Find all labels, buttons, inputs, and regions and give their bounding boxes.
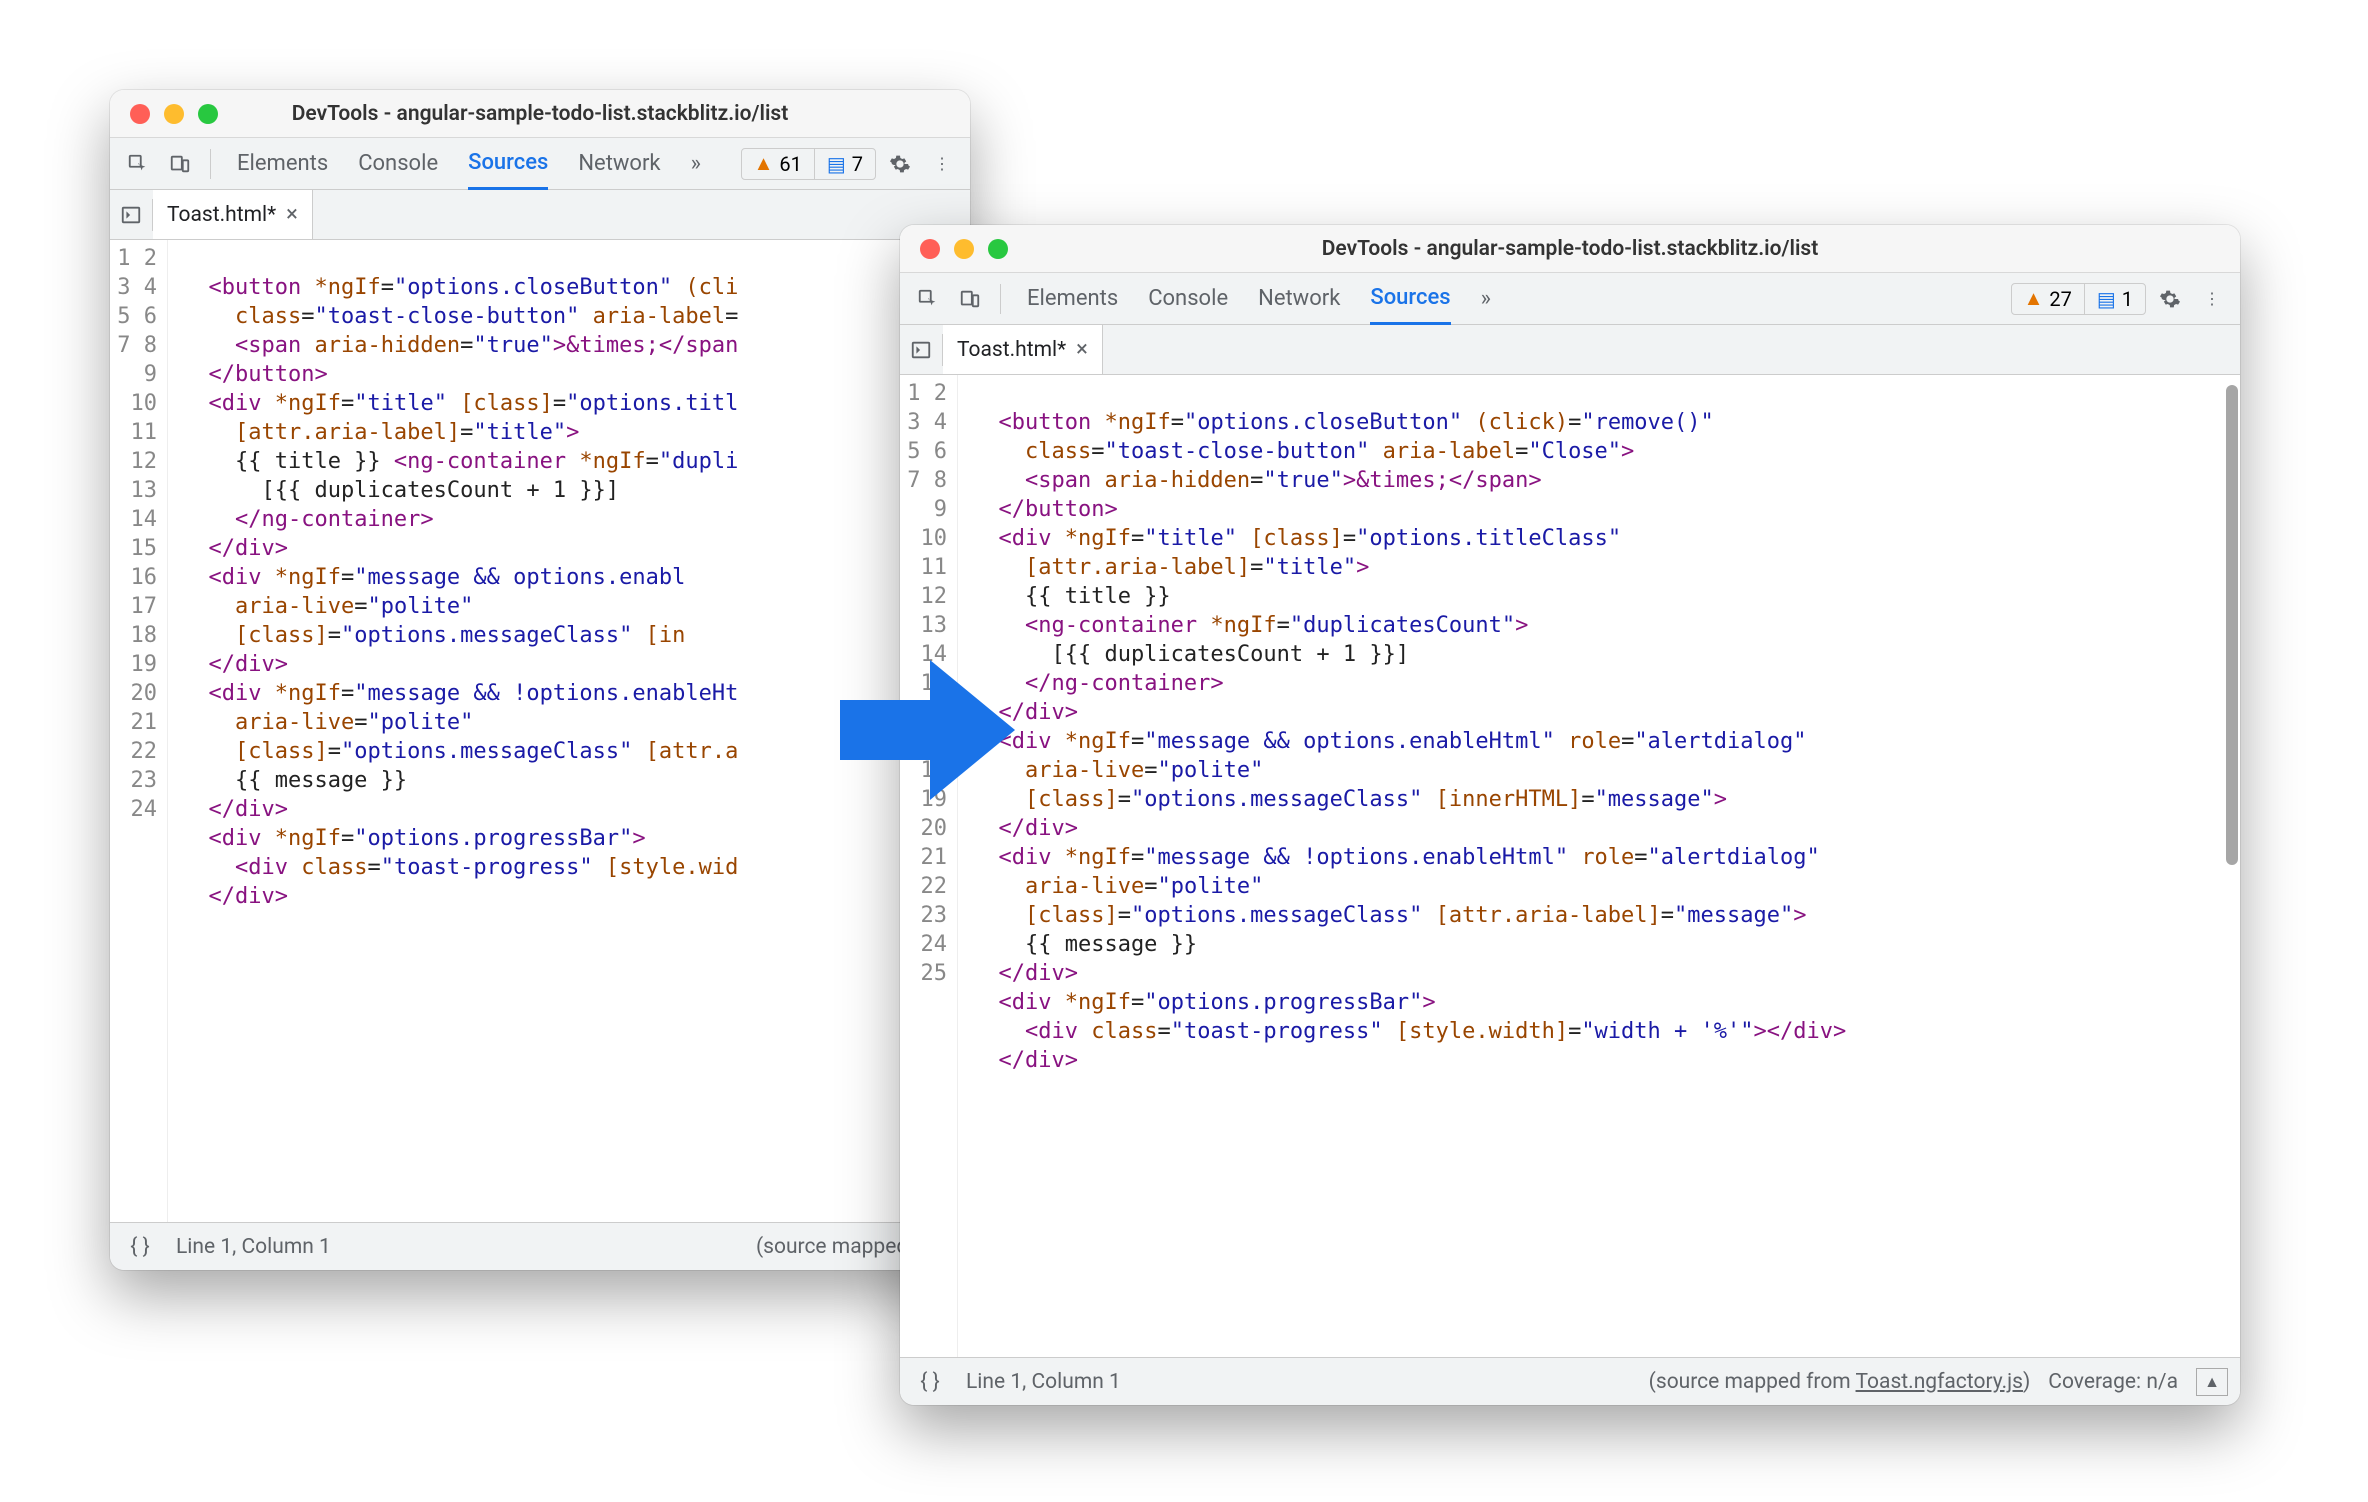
drawer-toggle-icon[interactable]: ▲ bbox=[2196, 1368, 2228, 1396]
statusbar: { } Line 1, Column 1 (source mapped from… bbox=[900, 1357, 2240, 1405]
file-tab-label: Toast.html* bbox=[957, 338, 1066, 362]
warning-icon: ▲ bbox=[754, 151, 774, 176]
kebab-menu-icon[interactable]: ⋮ bbox=[2194, 281, 2230, 317]
issues-pill[interactable]: ▲61 ▤7 bbox=[741, 148, 876, 180]
code-editor[interactable]: 1 2 3 4 5 6 7 8 9 10 11 12 13 14 15 16 1… bbox=[110, 240, 970, 1222]
pretty-print-icon[interactable]: { } bbox=[122, 1229, 158, 1265]
line-gutter: 1 2 3 4 5 6 7 8 9 10 11 12 13 14 15 16 1… bbox=[110, 240, 168, 1222]
message-count: 1 bbox=[2122, 287, 2133, 311]
close-tab-icon[interactable]: × bbox=[286, 202, 298, 227]
file-tab-label: Toast.html* bbox=[167, 203, 276, 227]
tab-network[interactable]: Network bbox=[578, 138, 660, 189]
statusbar: { } Line 1, Column 1 (source mapped from bbox=[110, 1222, 970, 1270]
warning-icon: ▲ bbox=[2024, 286, 2044, 311]
line-gutter: 1 2 3 4 5 6 7 8 9 10 11 12 13 14 15 16 1… bbox=[900, 375, 958, 1357]
panel-tabs: Elements Console Sources Network » bbox=[223, 138, 715, 189]
close-window-button[interactable] bbox=[130, 104, 150, 124]
pretty-print-icon[interactable]: { } bbox=[912, 1364, 948, 1400]
warning-count: 61 bbox=[779, 152, 801, 176]
inspect-icon[interactable] bbox=[120, 146, 156, 182]
issues-pill[interactable]: ▲27 ▤1 bbox=[2011, 283, 2146, 315]
code-editor[interactable]: 1 2 3 4 5 6 7 8 9 10 11 12 13 14 15 16 1… bbox=[900, 375, 2240, 1357]
message-count: 7 bbox=[852, 152, 863, 176]
tab-elements[interactable]: Elements bbox=[237, 138, 328, 189]
navigator-toggle-icon[interactable] bbox=[110, 197, 152, 233]
warning-count: 27 bbox=[2049, 287, 2071, 311]
devtools-window-left: DevTools - angular-sample-todo-list.stac… bbox=[110, 90, 970, 1270]
window-title: DevTools - angular-sample-todo-list.stac… bbox=[110, 102, 970, 126]
zoom-window-button[interactable] bbox=[988, 239, 1008, 259]
device-toolbar-icon[interactable] bbox=[952, 281, 988, 317]
cursor-position: Line 1, Column 1 bbox=[966, 1370, 1121, 1394]
file-tab[interactable]: Toast.html* × bbox=[153, 190, 313, 239]
device-toolbar-icon[interactable] bbox=[162, 146, 198, 182]
file-tab-row: Toast.html* × bbox=[900, 325, 2240, 375]
tab-console[interactable]: Console bbox=[1148, 273, 1228, 324]
minimize-window-button[interactable] bbox=[954, 239, 974, 259]
tab-console[interactable]: Console bbox=[358, 138, 438, 189]
file-tab[interactable]: Toast.html* × bbox=[943, 325, 1103, 374]
settings-icon[interactable] bbox=[2152, 281, 2188, 317]
titlebar: DevTools - angular-sample-todo-list.stac… bbox=[110, 90, 970, 138]
settings-icon[interactable] bbox=[882, 146, 918, 182]
tab-network[interactable]: Network bbox=[1258, 273, 1340, 324]
titlebar: DevTools - angular-sample-todo-list.stac… bbox=[900, 225, 2240, 273]
source-mapped-label: (source mapped from Toast.ngfactory.js) bbox=[1649, 1370, 2031, 1394]
close-tab-icon[interactable]: × bbox=[1076, 337, 1088, 362]
kebab-menu-icon[interactable]: ⋮ bbox=[924, 146, 960, 182]
message-icon: ▤ bbox=[827, 152, 846, 176]
tab-elements[interactable]: Elements bbox=[1027, 273, 1118, 324]
devtools-window-right: DevTools - angular-sample-todo-list.stac… bbox=[900, 225, 2240, 1405]
zoom-window-button[interactable] bbox=[198, 104, 218, 124]
cursor-position: Line 1, Column 1 bbox=[176, 1235, 331, 1259]
window-title: DevTools - angular-sample-todo-list.stac… bbox=[900, 237, 2240, 261]
devtools-toolbar: Elements Console Network Sources » ▲27 ▤… bbox=[900, 273, 2240, 325]
scrollbar-thumb[interactable] bbox=[2226, 385, 2238, 865]
coverage-label: Coverage: n/a bbox=[2048, 1370, 2178, 1394]
message-icon: ▤ bbox=[2097, 287, 2116, 311]
panel-tabs: Elements Console Network Sources » bbox=[1013, 273, 1505, 324]
tabs-overflow[interactable]: » bbox=[1481, 273, 1491, 324]
minimize-window-button[interactable] bbox=[164, 104, 184, 124]
inspect-icon[interactable] bbox=[910, 281, 946, 317]
code-content[interactable]: <button *ngIf="options.closeButton" (cli… bbox=[168, 240, 970, 1222]
navigator-toggle-icon[interactable] bbox=[900, 332, 942, 368]
tabs-overflow[interactable]: » bbox=[691, 138, 701, 189]
close-window-button[interactable] bbox=[920, 239, 940, 259]
tab-sources[interactable]: Sources bbox=[468, 139, 548, 190]
tab-sources[interactable]: Sources bbox=[1370, 274, 1450, 325]
devtools-toolbar: Elements Console Sources Network » ▲61 ▤… bbox=[110, 138, 970, 190]
file-tab-row: Toast.html* × bbox=[110, 190, 970, 240]
source-map-link[interactable]: Toast.ngfactory.js bbox=[1856, 1370, 2023, 1394]
code-content[interactable]: <button *ngIf="options.closeButton" (cli… bbox=[958, 375, 2240, 1357]
